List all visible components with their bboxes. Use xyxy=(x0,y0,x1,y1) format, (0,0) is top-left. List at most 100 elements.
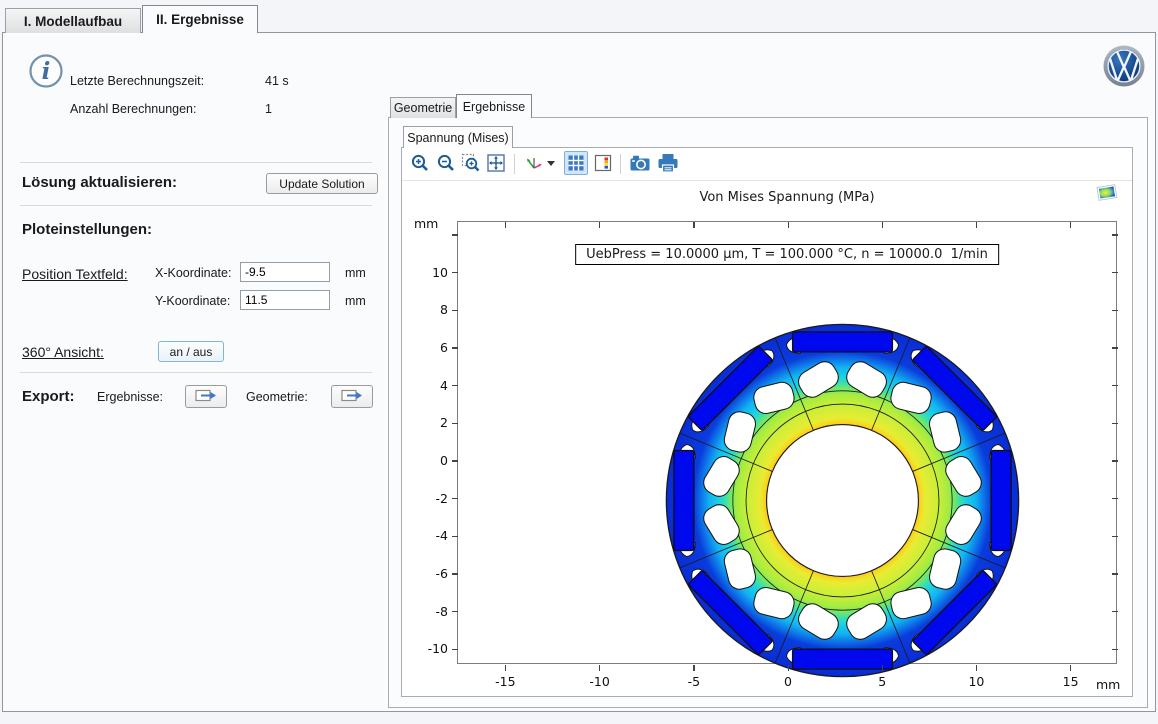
axis-tick xyxy=(452,573,458,574)
tab-ergebnisse-graphics[interactable]: Ergebnisse xyxy=(456,94,532,118)
tick-label: 0 xyxy=(412,453,448,468)
axis-tick xyxy=(452,423,458,424)
axis-tick xyxy=(1112,234,1118,235)
axis-tick xyxy=(976,665,977,671)
plot-type-icon xyxy=(1096,183,1118,208)
axis-tick xyxy=(452,460,458,461)
axis-tick xyxy=(1070,665,1071,671)
info-icon: i xyxy=(28,53,64,94)
tick-label: 0 xyxy=(768,674,808,689)
toolbar-separator xyxy=(620,154,621,174)
axis-tick xyxy=(1112,460,1118,461)
axis-tick xyxy=(882,665,883,671)
x-axis-unit: mm xyxy=(1096,677,1120,692)
tick-label: -10 xyxy=(580,674,620,689)
axis-tick xyxy=(505,665,506,671)
x-coordinate-label: X-Koordinate: xyxy=(155,266,231,280)
tab-modellaufbau[interactable]: I. Modellaufbau xyxy=(5,8,141,33)
vw-logo xyxy=(1102,44,1146,93)
axis-tick xyxy=(1112,498,1118,499)
axis-tick xyxy=(1070,222,1071,228)
computation-count-value: 1 xyxy=(265,102,272,116)
axis-tick xyxy=(976,222,977,228)
zoom-box-icon[interactable] xyxy=(459,151,483,175)
axis-tick xyxy=(788,665,789,671)
y-coordinate-input[interactable] xyxy=(240,290,330,310)
tick-label: -4 xyxy=(412,528,448,543)
axis-tick xyxy=(882,222,883,228)
view-360-label: 360° Ansicht: xyxy=(22,344,104,360)
export-icon xyxy=(195,388,217,406)
last-computation-label: Letzte Berechnungszeit: xyxy=(70,74,204,88)
axis-tick xyxy=(452,272,458,273)
y-coordinate-label: Y-Koordinate: xyxy=(155,294,230,308)
export-results-button[interactable] xyxy=(185,385,227,408)
axis-tick xyxy=(452,234,458,235)
axis-tick xyxy=(452,347,458,348)
axis-tick xyxy=(452,649,458,650)
axis-tick xyxy=(693,665,694,671)
zoom-extents-icon[interactable] xyxy=(484,151,508,175)
zoom-out-icon[interactable] xyxy=(434,151,458,175)
plot-title: Von Mises Spannung (MPa) xyxy=(637,190,937,205)
svg-text:i: i xyxy=(42,58,51,85)
export-heading: Export: xyxy=(22,388,75,405)
tick-label: -6 xyxy=(412,566,448,581)
plot-area: UebPress = 10.0000 µm, T = 100.000 °C, n… xyxy=(457,221,1117,664)
axis-tick xyxy=(693,222,694,228)
last-computation-value: 41 s xyxy=(265,74,289,88)
x-coordinate-input[interactable] xyxy=(240,262,330,282)
computation-count-label: Anzahl Berechnungen: xyxy=(70,102,196,116)
tick-label: 15 xyxy=(1051,674,1091,689)
plot-settings-heading: Ploteinstellungen: xyxy=(22,221,152,238)
snapshot-camera-icon[interactable] xyxy=(628,151,652,175)
update-solution-button[interactable]: Update Solution xyxy=(266,173,378,194)
zoom-in-icon[interactable] xyxy=(408,151,432,175)
tick-label: 8 xyxy=(412,302,448,317)
axes-dropdown-caret[interactable] xyxy=(544,151,558,175)
tick-label: 5 xyxy=(862,674,902,689)
view-360-toggle-button[interactable]: an / aus xyxy=(158,341,224,362)
tick-label: 10 xyxy=(412,265,448,280)
tick-label: 4 xyxy=(412,378,448,393)
tab-spannung-mises[interactable]: Spannung (Mises) xyxy=(403,126,513,148)
axis-tick xyxy=(599,665,600,671)
export-geometry-button[interactable] xyxy=(331,385,373,408)
axis-tick xyxy=(505,222,506,228)
export-icon xyxy=(341,388,363,406)
tick-label: -2 xyxy=(412,491,448,506)
graphics-canvas[interactable]: Von Mises Spannung (MPa) mm mm UebPress … xyxy=(402,181,1132,696)
axis-tick xyxy=(1112,573,1118,574)
tab-geometrie[interactable]: Geometrie xyxy=(390,97,456,118)
tick-label: -5 xyxy=(674,674,714,689)
separator xyxy=(20,372,372,373)
grid-toggle-icon[interactable] xyxy=(564,151,588,175)
tick-label: 10 xyxy=(956,674,996,689)
rotor-stress-figure xyxy=(656,314,1029,687)
export-geometry-label: Geometrie: xyxy=(246,390,308,404)
tick-label: -15 xyxy=(485,674,525,689)
axis-tick xyxy=(599,222,600,228)
axis-tick xyxy=(452,536,458,537)
tick-label: 6 xyxy=(412,340,448,355)
separator xyxy=(20,162,372,163)
graphics-toolbar xyxy=(402,148,1132,181)
axis-tick xyxy=(452,385,458,386)
axis-tick xyxy=(452,498,458,499)
application-window: I. Modellaufbau II. Ergebnisse i Letzte … xyxy=(0,0,1158,724)
y-unit-label: mm xyxy=(345,294,366,308)
position-textfield-label: Position Textfeld: xyxy=(22,266,128,282)
print-icon[interactable] xyxy=(656,151,680,175)
axis-tick xyxy=(1112,272,1118,273)
x-unit-label: mm xyxy=(345,266,366,280)
axis-tick xyxy=(788,222,789,228)
tick-label: -10 xyxy=(412,641,448,656)
axis-tick xyxy=(452,310,458,311)
tab-ergebnisse[interactable]: II. Ergebnisse xyxy=(142,5,258,33)
color-legend-icon[interactable] xyxy=(591,151,615,175)
axis-tick xyxy=(1112,310,1118,311)
export-results-label: Ergebnisse: xyxy=(97,390,163,404)
axes-orientation-icon[interactable] xyxy=(522,151,544,175)
y-axis-unit: mm xyxy=(414,216,438,231)
toolbar-separator xyxy=(514,154,515,174)
